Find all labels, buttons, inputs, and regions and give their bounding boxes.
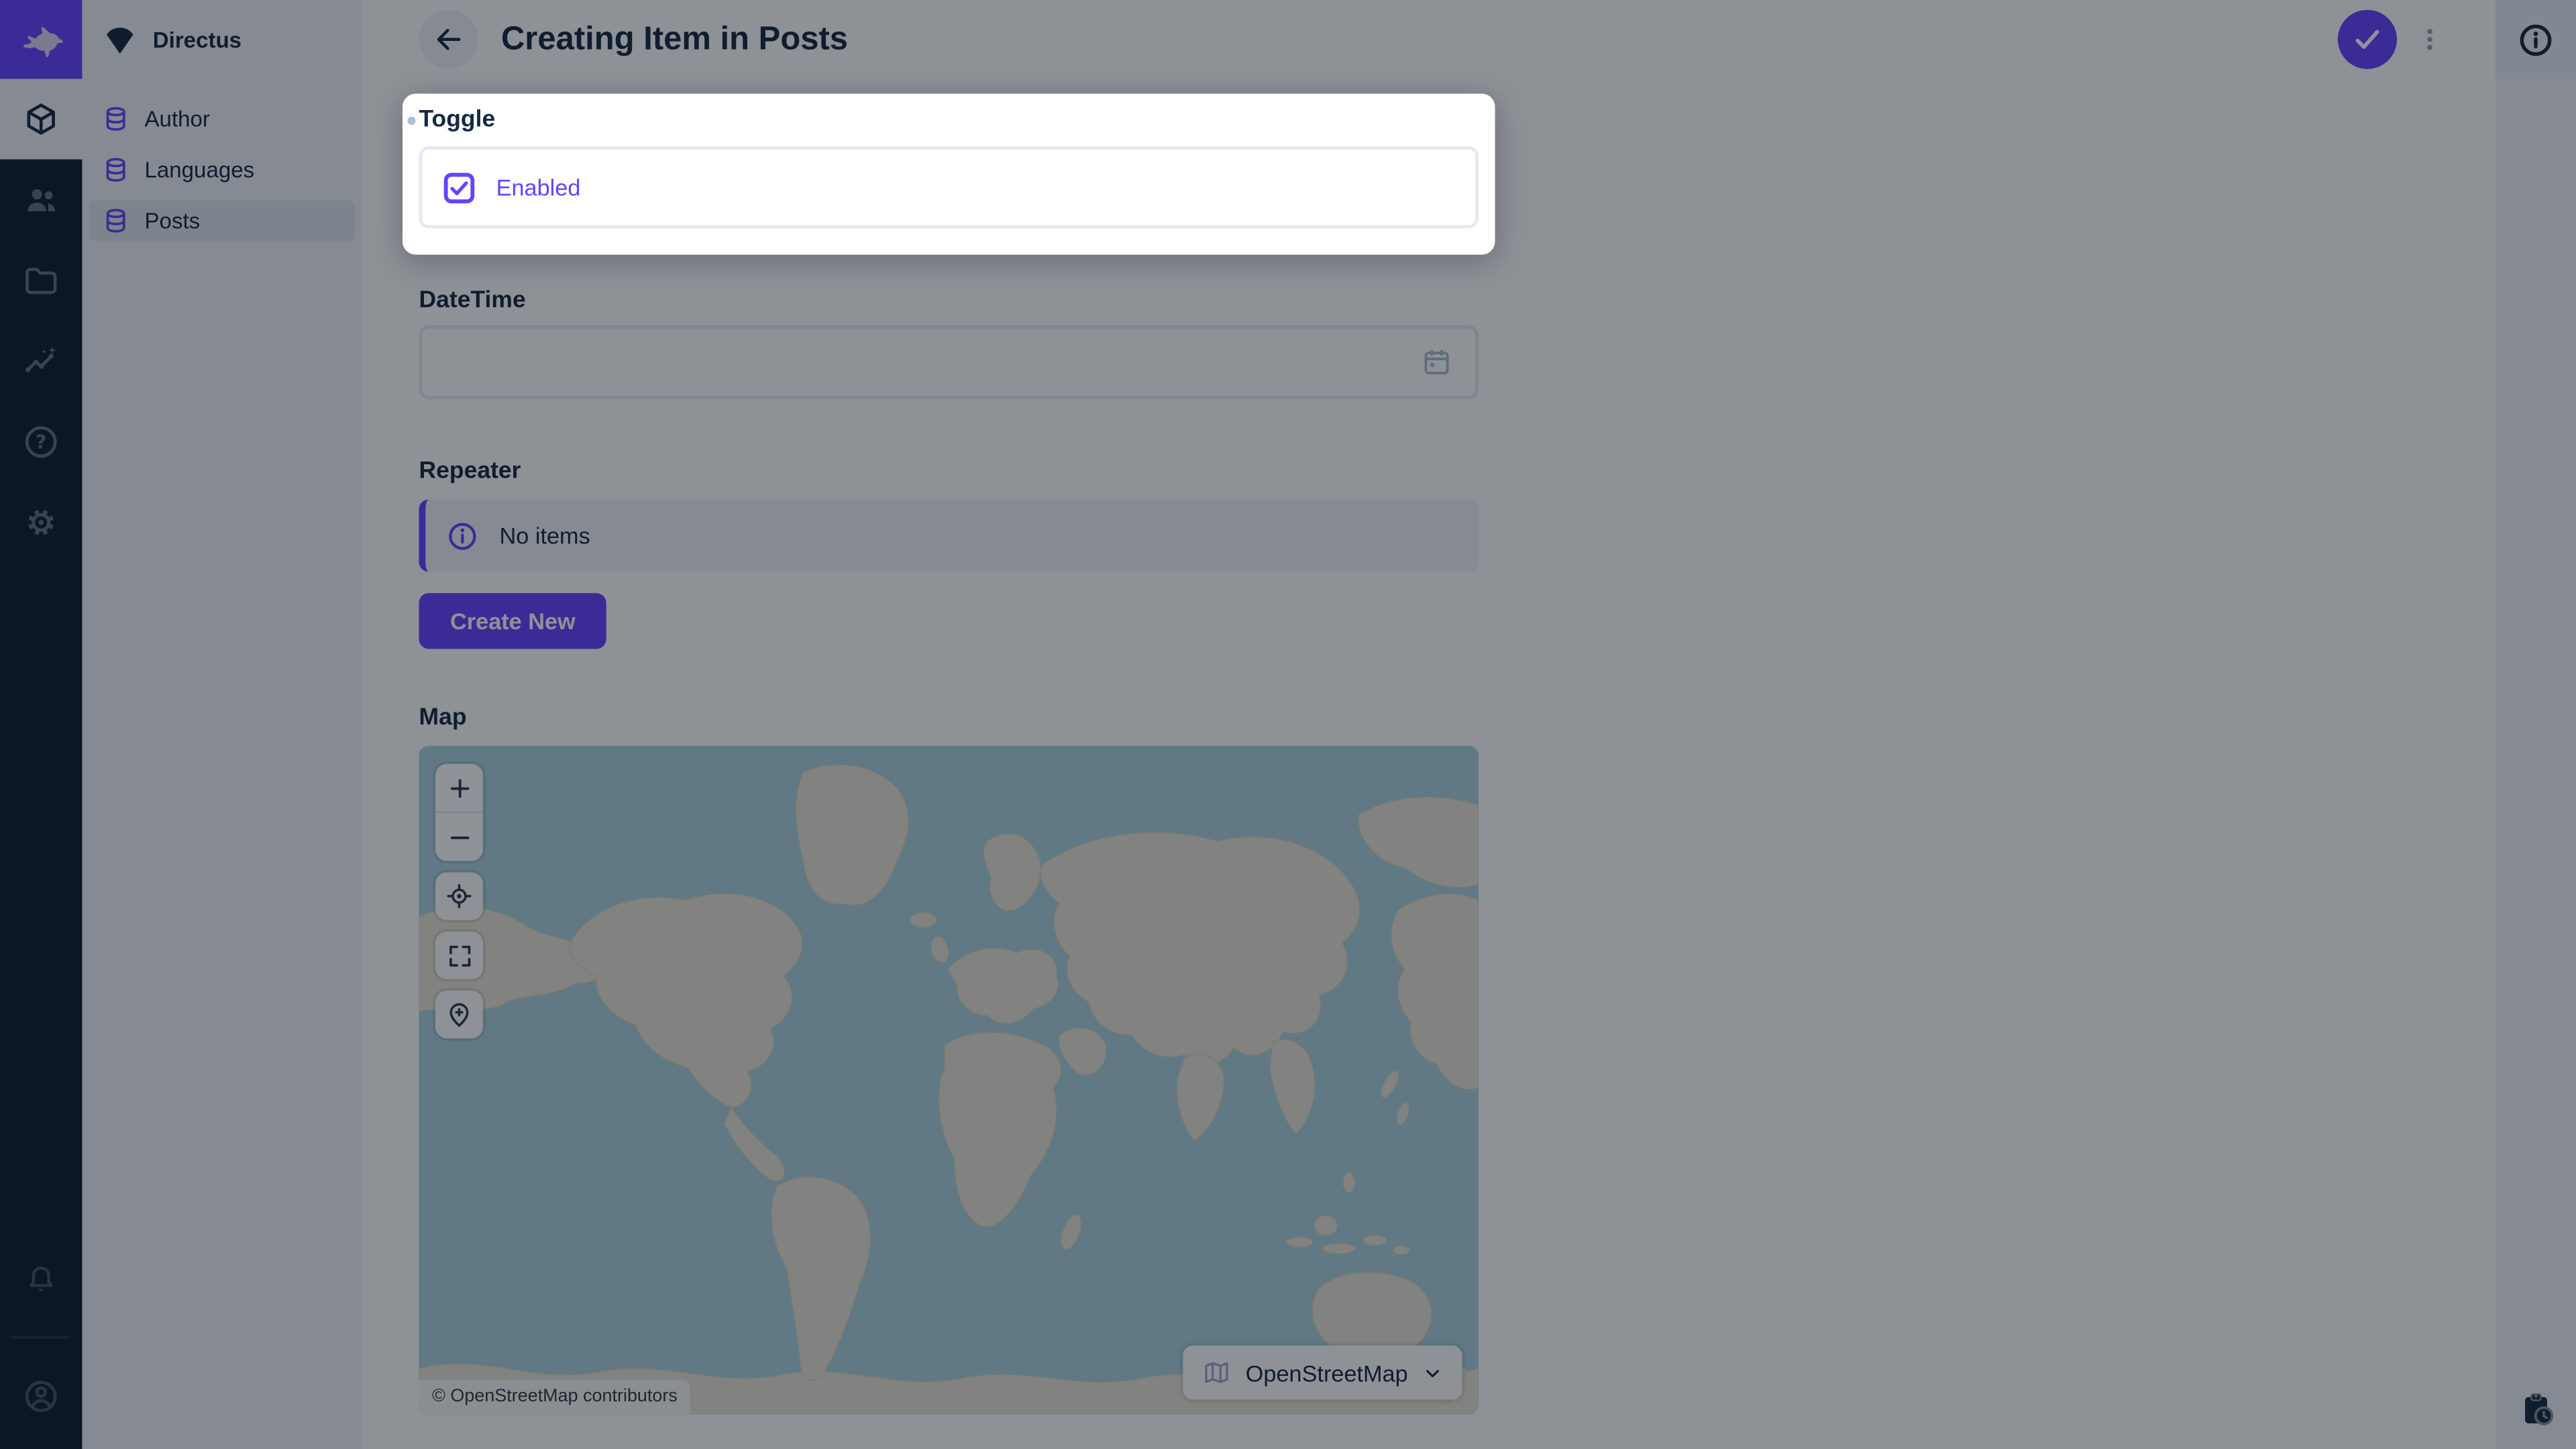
toggle-field-card: Toggle Enabled [402, 94, 1495, 255]
field-label-toggle: Toggle [419, 107, 1479, 135]
field-edited-dot [407, 117, 415, 125]
checkbox-label: Enabled [496, 174, 581, 201]
app-window: ? [0, 0, 2576, 1449]
checkbox-checked-icon[interactable] [443, 172, 475, 203]
toggle-checkbox-field[interactable]: Enabled [419, 146, 1479, 228]
